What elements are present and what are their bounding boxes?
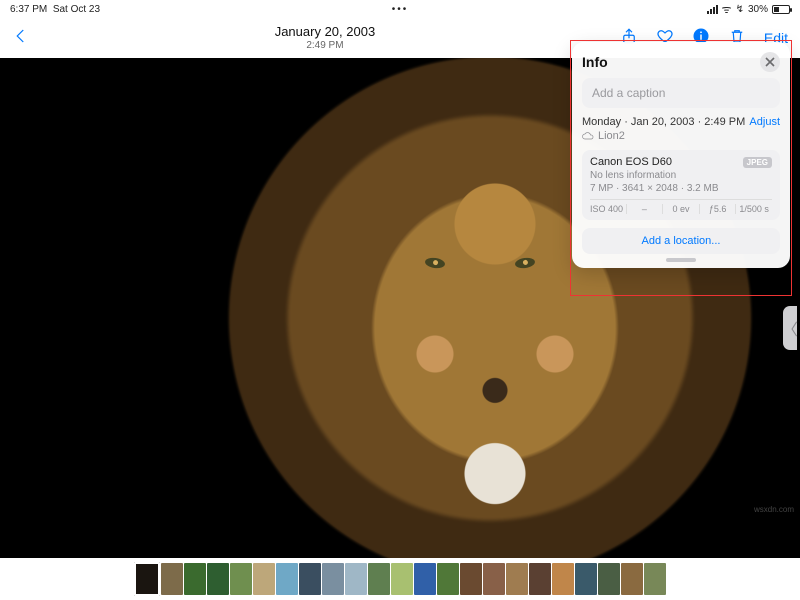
thumbnail[interactable] <box>368 563 390 595</box>
thumbnail[interactable] <box>598 563 620 595</box>
close-info-button[interactable] <box>760 52 780 72</box>
status-time-date: 6:37 PM Sat Oct 23 <box>10 4 100 15</box>
thumbnail[interactable] <box>253 563 275 595</box>
charging-icon: ↯ <box>736 4 744 15</box>
thumbnail[interactable] <box>437 563 459 595</box>
thumbnail[interactable] <box>483 563 505 595</box>
next-photo-peek[interactable]: 〈 <box>783 306 797 350</box>
thumbnail[interactable] <box>230 563 252 595</box>
close-icon <box>765 57 775 67</box>
thumbnail[interactable] <box>184 563 206 595</box>
exif-ev: 0 ev <box>662 204 699 214</box>
filename-row: Lion2 <box>582 130 780 142</box>
lens-info: No lens information <box>590 170 772 181</box>
caption-field[interactable]: Add a caption <box>582 78 780 108</box>
thumbnail[interactable] <box>529 563 551 595</box>
exif-strip: ISO 400 – 0 ev ƒ5.6 1/500 s <box>590 199 772 214</box>
thumbnail[interactable] <box>134 562 160 596</box>
camera-model: Canon EOS D60 <box>590 156 672 168</box>
chevron-left-icon <box>12 27 30 45</box>
panel-grab-handle[interactable] <box>666 258 696 262</box>
thumbnail[interactable] <box>391 563 413 595</box>
wifi-icon: ᯤ <box>722 2 732 17</box>
multitask-dots: ••• <box>392 4 409 15</box>
thumbnail[interactable] <box>299 563 321 595</box>
filename: Lion2 <box>598 130 625 142</box>
format-badge: JPEG <box>743 157 772 168</box>
watermark: wsxdn.com <box>754 505 794 514</box>
status-date: Sat Oct 23 <box>53 4 100 15</box>
thumbnail[interactable] <box>644 563 666 595</box>
add-location-button[interactable]: Add a location... <box>582 228 780 254</box>
status-time: 6:37 PM <box>10 4 47 15</box>
adjust-date-button[interactable]: Adjust <box>749 116 780 128</box>
thumbnail[interactable] <box>207 563 229 595</box>
thumbnail-strip[interactable] <box>0 558 800 600</box>
status-right: ᯤ ↯ 30% <box>707 2 790 17</box>
photo-title: January 20, 2003 2:49 PM <box>275 24 375 52</box>
thumbnail[interactable] <box>276 563 298 595</box>
title-time: 2:49 PM <box>275 40 375 52</box>
status-bar: 6:37 PM Sat Oct 23 ••• ᯤ ↯ 30% <box>0 0 800 18</box>
back-button[interactable] <box>12 27 30 50</box>
exif-focal: – <box>626 204 663 214</box>
camera-card: Canon EOS D60 JPEG No lens information 7… <box>582 150 780 220</box>
thumbnail[interactable] <box>621 563 643 595</box>
thumbnail[interactable] <box>460 563 482 595</box>
title-date: January 20, 2003 <box>275 24 375 40</box>
cell-signal-icon <box>707 5 718 14</box>
thumbnail[interactable] <box>414 563 436 595</box>
battery-percent: 30% <box>748 4 768 15</box>
exif-iso: ISO 400 <box>590 204 626 214</box>
thumbnail[interactable] <box>161 563 183 595</box>
image-dimensions: 7 MP · 3641 × 2048 · 3.2 MB <box>590 183 772 194</box>
thumbnail[interactable] <box>552 563 574 595</box>
info-title: Info <box>582 54 608 70</box>
thumbnail[interactable] <box>322 563 344 595</box>
exif-aperture: ƒ5.6 <box>699 204 736 214</box>
battery-icon <box>772 5 790 14</box>
exif-shutter: 1/500 s <box>735 204 772 214</box>
thumbnail[interactable] <box>575 563 597 595</box>
info-panel: Info Add a caption Monday · Jan 20, 2003… <box>572 42 790 268</box>
photo-timestamp: Monday · Jan 20, 2003 · 2:49 PM <box>582 116 745 128</box>
thumbnail[interactable] <box>345 563 367 595</box>
cloud-icon <box>582 130 594 142</box>
thumbnail[interactable] <box>506 563 528 595</box>
